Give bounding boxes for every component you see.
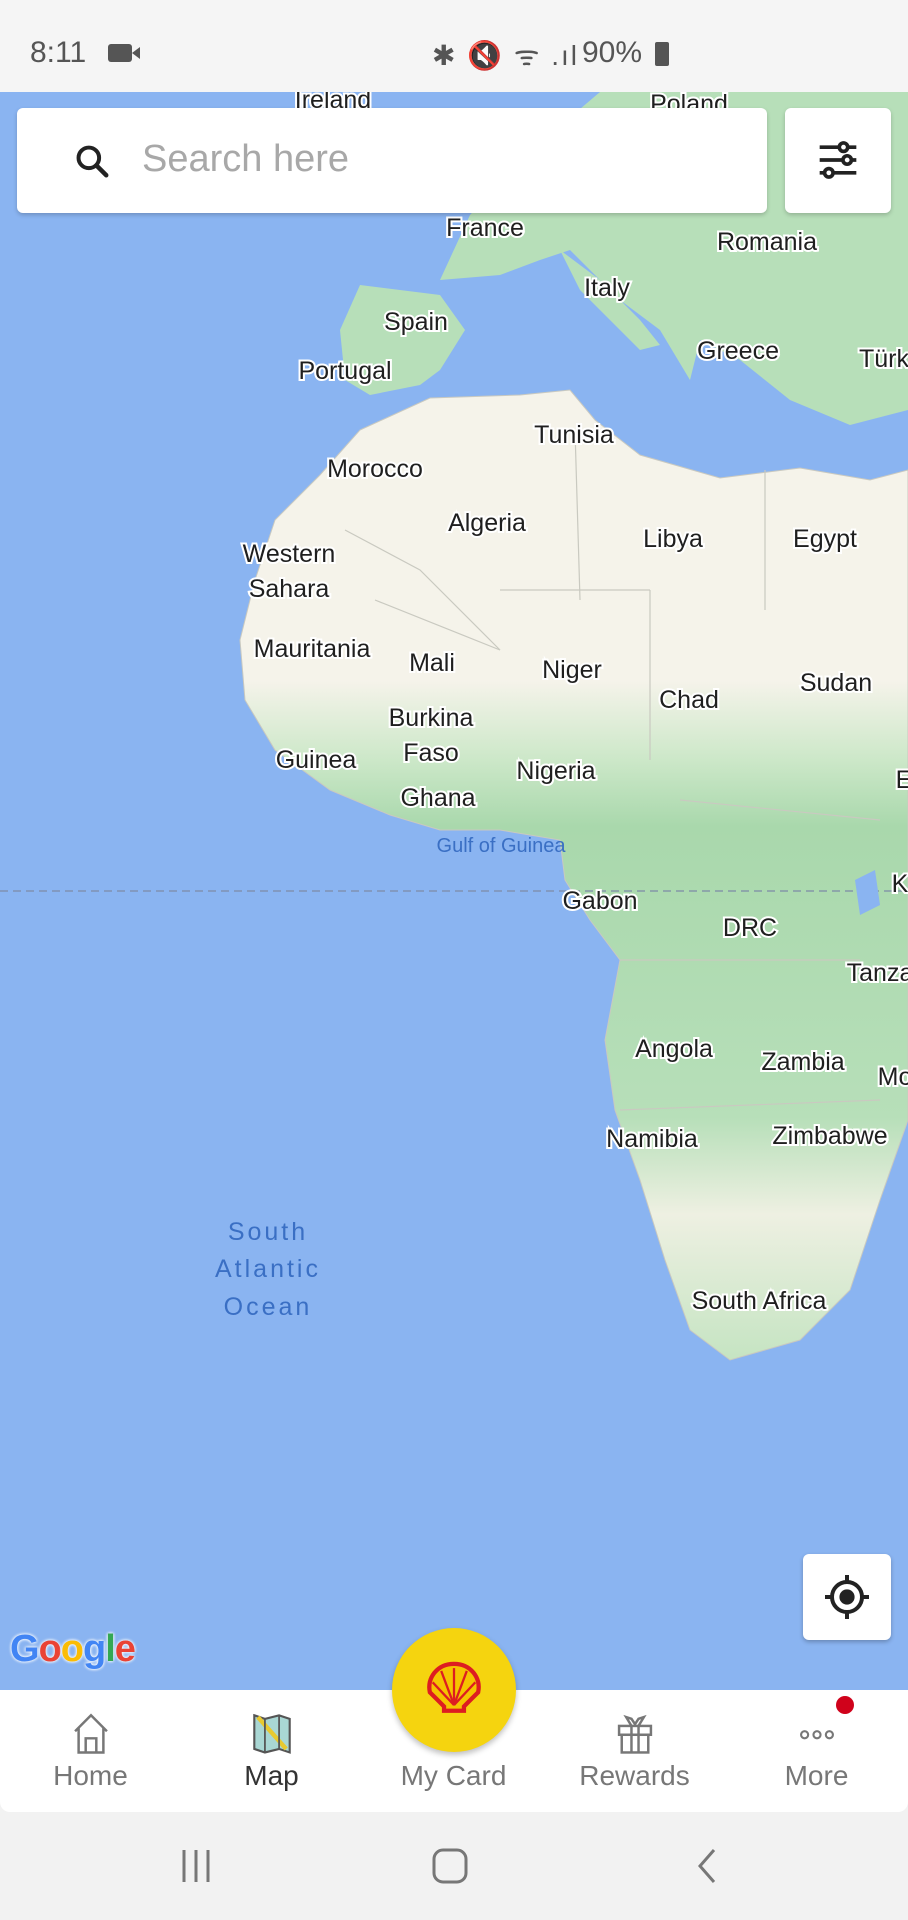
map-label: Egypt	[793, 525, 857, 553]
map-label: Zambia	[761, 1048, 844, 1076]
screen-record-icon	[108, 44, 140, 62]
map-label: Namibia	[606, 1125, 698, 1153]
nav-more[interactable]: More	[726, 1690, 907, 1812]
map-label: France	[446, 214, 524, 242]
google-logo: Google	[10, 1628, 136, 1671]
map-label: DRC	[723, 914, 777, 942]
map-label: Ocean	[224, 1293, 313, 1321]
map-label: Ghana	[400, 784, 475, 812]
map-label: Mauritania	[254, 635, 371, 663]
map-label: Atlantic	[215, 1255, 321, 1283]
map-label: Tunisia	[534, 421, 614, 449]
map-label: E	[896, 766, 908, 794]
home-icon	[73, 1713, 108, 1754]
map-label: Sudan	[800, 669, 872, 697]
map-label: Spain	[384, 308, 448, 336]
google-logo-letter: g	[83, 1628, 106, 1670]
my-location-button[interactable]	[803, 1554, 891, 1640]
map-label: South Africa	[692, 1287, 827, 1315]
map-label: Italy	[584, 274, 630, 302]
google-logo-letter: e	[114, 1628, 136, 1670]
map-label: Tanza	[847, 959, 908, 987]
map-label: Mo	[878, 1063, 908, 1091]
battery-percent: 90%	[582, 36, 643, 69]
map-label: Morocco	[327, 455, 423, 483]
google-logo-letter: l	[105, 1628, 116, 1670]
recent-apps-icon[interactable]	[176, 1846, 216, 1886]
map-label: Gabon	[562, 887, 637, 915]
map-label: Chad	[659, 686, 719, 714]
map-label: Gulf of Guinea	[437, 835, 567, 857]
map-label: K	[892, 870, 908, 898]
battery-icon	[655, 42, 669, 66]
map-label: Mali	[409, 649, 455, 677]
crosshair-icon	[825, 1575, 869, 1619]
notification-badge	[836, 1696, 854, 1714]
map-label: Burkina	[389, 704, 474, 732]
map-label: Western	[243, 540, 336, 568]
filter-button[interactable]	[785, 108, 891, 213]
map-label: Sahara	[249, 575, 330, 603]
search-icon	[76, 145, 109, 178]
nav-label: Home	[53, 1760, 128, 1791]
map-label: Portugal	[298, 357, 391, 385]
map-label: Romania	[717, 228, 817, 256]
map-label: Nigeria	[516, 757, 595, 785]
more-icon	[799, 1730, 834, 1740]
gift-icon	[617, 1714, 652, 1754]
back-icon[interactable]	[688, 1846, 728, 1886]
google-logo-letter: o	[38, 1628, 62, 1670]
home-system-icon[interactable]	[430, 1846, 470, 1886]
search-input[interactable]: Search here	[142, 138, 349, 181]
map-label: Libya	[643, 525, 703, 553]
map-label: Angola	[635, 1035, 713, 1063]
nav-label: Map	[244, 1760, 299, 1791]
map-label: Niger	[542, 656, 602, 684]
status-time: 8:11	[30, 36, 87, 69]
google-logo-letter: o	[60, 1628, 84, 1670]
map-label: South	[228, 1218, 308, 1246]
map-label: Guinea	[276, 746, 357, 774]
status-icons: ✱ 🔇 ᯤ .ıl	[432, 40, 580, 71]
status-bar: 8:11 ✱ 🔇 ᯤ .ıl 90%	[0, 0, 908, 92]
nav-label: Rewards	[579, 1760, 690, 1791]
sliders-icon	[819, 141, 857, 179]
map-label: Faso	[403, 739, 459, 767]
my-card-fab[interactable]	[392, 1628, 516, 1752]
nav-label: My Card	[400, 1760, 507, 1791]
nav-rewards[interactable]: Rewards	[544, 1690, 725, 1812]
nav-label: More	[784, 1760, 849, 1791]
map-label: Türk	[859, 345, 908, 373]
nav-home[interactable]: Home	[0, 1690, 181, 1812]
system-nav-bar	[0, 1812, 908, 1920]
map-icon	[252, 1713, 291, 1754]
map-view[interactable]: Ireland Poland France Romania Italy Spai…	[0, 92, 908, 1690]
google-logo-letter: G	[10, 1628, 40, 1670]
map-label: Zimbabwe	[772, 1122, 887, 1150]
map-canvas[interactable]: Ireland Poland France Romania Italy Spai…	[0, 92, 908, 1690]
nav-map[interactable]: Map	[181, 1690, 362, 1812]
map-label: Algeria	[448, 509, 526, 537]
search-bar[interactable]: Search here	[17, 108, 767, 213]
shell-logo-icon	[427, 1661, 481, 1713]
map-label: Greece	[697, 337, 779, 365]
